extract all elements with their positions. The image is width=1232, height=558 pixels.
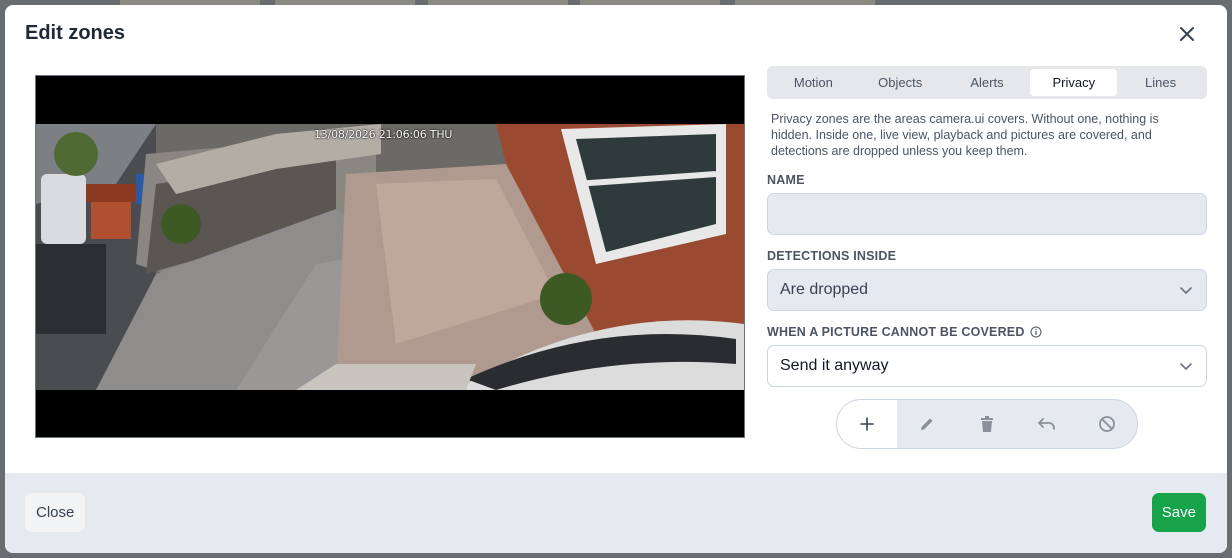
save-button[interactable]: Save — [1151, 493, 1206, 532]
cover-selected-value: Send it anyway — [780, 357, 889, 374]
close-button[interactable]: Close — [25, 493, 86, 532]
tab-privacy[interactable]: Privacy — [1030, 69, 1118, 96]
undo-button[interactable] — [1017, 400, 1077, 448]
tab-alerts[interactable]: Alerts — [944, 69, 1031, 96]
name-label-text: NAME — [767, 173, 805, 187]
plus-icon — [860, 417, 874, 431]
cover-label: WHEN A PICTURE CANNOT BE COVERED — [767, 325, 1207, 339]
tab-objects[interactable]: Objects — [857, 69, 944, 96]
detections-label: DETECTIONS INSIDE — [767, 249, 1207, 263]
delete-zone-button[interactable] — [957, 400, 1017, 448]
tab-motion[interactable]: Motion — [770, 69, 857, 96]
dialog-title: Edit zones — [25, 22, 126, 44]
zone-type-tabs: Motion Objects Alerts Privacy Lines — [767, 66, 1207, 99]
tab-lines[interactable]: Lines — [1117, 69, 1204, 96]
camera-timestamp: 13/08/2026 21:06:06 THU — [314, 128, 453, 141]
detections-selected-value: Are dropped — [780, 281, 869, 298]
zone-settings-panel: Motion Objects Alerts Privacy Lines Priv… — [767, 66, 1207, 387]
dialog-header: Edit zones — [5, 5, 1227, 61]
info-icon[interactable] — [1030, 326, 1042, 338]
chevron-down-icon — [1180, 287, 1192, 294]
camera-snapshot — [36, 124, 744, 390]
dialog-footer: Close Save — [5, 473, 1227, 553]
pencil-icon — [921, 418, 933, 430]
trash-icon — [981, 416, 993, 432]
camera-preview[interactable]: 13/08/2026 21:06:06 THU — [35, 75, 745, 438]
edit-zones-dialog: Edit zones 13/08/2026 21:06:06 THU Motio… — [5, 5, 1227, 553]
detections-select[interactable]: Are dropped — [767, 269, 1207, 311]
name-label: NAME — [767, 173, 1207, 187]
clear-icon — [1099, 416, 1115, 432]
cover-label-text: WHEN A PICTURE CANNOT BE COVERED — [767, 325, 1025, 339]
close-icon[interactable] — [1175, 22, 1199, 46]
edit-zone-button[interactable] — [897, 400, 957, 448]
zone-name-input[interactable] — [767, 193, 1207, 235]
privacy-description: Privacy zones are the areas camera.ui co… — [771, 112, 1159, 158]
undo-icon — [1038, 418, 1055, 430]
cover-select[interactable]: Send it anyway — [767, 345, 1207, 387]
zone-drawing-toolbar — [836, 399, 1138, 449]
detections-label-text: DETECTIONS INSIDE — [767, 249, 897, 263]
clear-zone-button[interactable] — [1077, 400, 1137, 448]
chevron-down-icon — [1180, 363, 1192, 370]
add-point-button[interactable] — [837, 400, 897, 448]
